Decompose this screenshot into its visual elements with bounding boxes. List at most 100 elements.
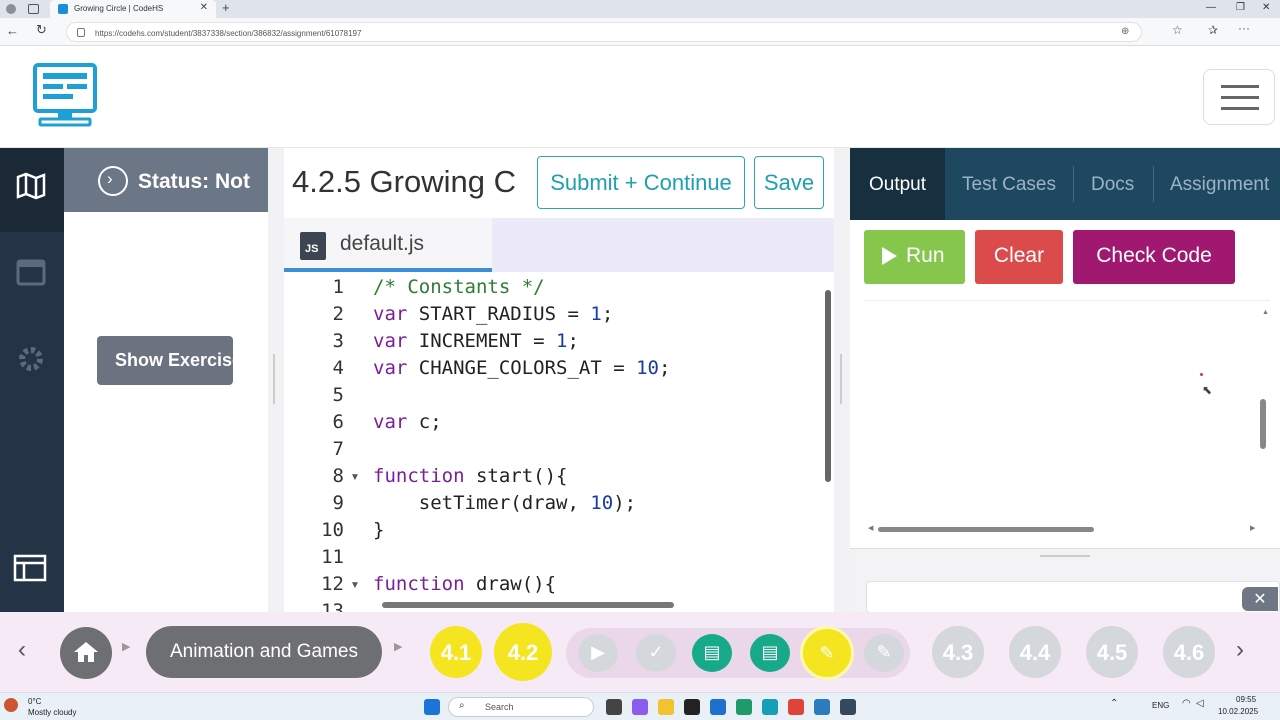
home-button[interactable]: [60, 627, 112, 679]
editor-titlebar: 4.2.5 Growing C Submit + Continue Save: [284, 148, 834, 218]
chrome-icon[interactable]: [788, 699, 804, 715]
close-window-icon[interactable]: ✕: [1262, 2, 1270, 13]
tab-assignment[interactable]: Assignment: [1170, 148, 1269, 220]
video-icon[interactable]: ▶: [578, 634, 618, 672]
drag-handle[interactable]: [840, 354, 842, 404]
lesson-bar: ‹ ▶ Animation and Games ▶ 4.1 4.2 ▶ ✓ ▤ …: [0, 612, 1280, 692]
new-tab-icon[interactable]: +: [222, 0, 230, 15]
check-code-button[interactable]: Check Code: [1073, 230, 1235, 284]
url-field[interactable]: https://codehs.com/student/3837338/secti…: [66, 22, 1142, 42]
scroll-right-icon[interactable]: ▶: [1250, 524, 1255, 532]
code-line: setTimer(draw, 10);: [373, 492, 637, 514]
file-tab[interactable]: JS default.js: [284, 218, 492, 272]
clear-button[interactable]: Clear: [975, 230, 1063, 284]
close-console-icon[interactable]: ✕: [1242, 587, 1278, 611]
fold-arrow-icon[interactable]: ▼: [350, 472, 360, 483]
line-number: 5: [332, 384, 344, 406]
topic-button[interactable]: Animation and Games: [146, 626, 382, 678]
reload-icon[interactable]: ↻: [36, 22, 47, 38]
check-icon[interactable]: ✓: [636, 634, 676, 672]
taskbar-search[interactable]: ⌕ Search: [448, 697, 594, 717]
gear-icon[interactable]: [16, 344, 46, 374]
doc-icon[interactable]: ▤: [750, 634, 790, 672]
favorite-icon[interactable]: ☆: [1172, 23, 1183, 37]
codehs-logo-icon[interactable]: [32, 62, 98, 128]
doc-icon[interactable]: ▤: [692, 634, 732, 672]
run-button[interactable]: Run: [864, 230, 965, 284]
save-button[interactable]: Save: [754, 156, 824, 209]
growing-circle-dot: [1200, 373, 1203, 376]
code-line: function start(){: [373, 465, 568, 487]
app-icon[interactable]: [736, 699, 752, 715]
pencil-icon[interactable]: ✎: [864, 634, 904, 672]
copilot-icon[interactable]: [632, 699, 648, 715]
editor-vertical-scrollbar[interactable]: [825, 290, 831, 482]
app-icon[interactable]: [814, 699, 830, 715]
language-indicator[interactable]: ENG: [1152, 701, 1169, 710]
zoom-icon[interactable]: ⊕: [1121, 26, 1129, 37]
browser-tab[interactable]: Growing Circle | CodeHS ✕: [50, 0, 216, 18]
lesson-4-4[interactable]: 4.4: [1009, 626, 1061, 678]
panel-divider[interactable]: [834, 148, 850, 612]
tab-test-cases[interactable]: Test Cases: [962, 148, 1056, 220]
pencil-icon[interactable]: ✎: [800, 626, 854, 680]
console-box[interactable]: [866, 581, 1280, 613]
console-resize-handle[interactable]: [1040, 555, 1090, 557]
lesson-4-1[interactable]: 4.1: [430, 626, 482, 678]
edge-icon[interactable]: [762, 699, 778, 715]
tray-chevron-icon[interactable]: ⌃: [1110, 698, 1118, 709]
output-vertical-scrollbar[interactable]: [1260, 399, 1266, 449]
calendar-icon[interactable]: [16, 256, 46, 286]
lesson-4-3[interactable]: 4.3: [932, 626, 984, 678]
scroll-left-icon[interactable]: ◀: [868, 524, 873, 532]
status-panel: › Status: Not Show Exercise: [64, 148, 268, 612]
line-number: 12: [321, 573, 344, 595]
tab-output[interactable]: Output: [850, 148, 945, 220]
code-line: function draw(){: [373, 573, 557, 595]
fold-arrow-icon[interactable]: ▼: [350, 580, 360, 591]
tab-docs[interactable]: Docs: [1091, 148, 1134, 220]
lesson-4-6[interactable]: 4.6: [1163, 626, 1215, 678]
back-icon[interactable]: ←: [6, 23, 19, 38]
output-canvas[interactable]: ⬉ ▲ ◀ ▶: [864, 300, 1270, 540]
layout-icon[interactable]: [13, 554, 47, 582]
submit-continue-button[interactable]: Submit + Continue: [537, 156, 745, 209]
output-horizontal-scrollbar[interactable]: [878, 527, 1094, 532]
chevron-left-icon[interactable]: ‹: [18, 636, 26, 664]
line-number: 2: [332, 303, 344, 325]
editor-horizontal-scrollbar[interactable]: [382, 602, 674, 608]
minimize-icon[interactable]: —: [1206, 2, 1216, 13]
tab-actions-icon[interactable]: [28, 4, 39, 14]
maximize-icon[interactable]: ❐: [1236, 2, 1245, 13]
drag-handle[interactable]: [273, 354, 275, 404]
profile-icon[interactable]: [6, 4, 16, 14]
map-icon[interactable]: [16, 172, 46, 200]
status-bar[interactable]: › Status: Not: [64, 148, 268, 212]
clock-time[interactable]: 09:55: [1236, 695, 1256, 704]
show-exercise-button[interactable]: Show Exercise: [97, 336, 233, 385]
favorites-bar-icon[interactable]: ✰: [1208, 23, 1218, 37]
wifi-icon[interactable]: ◠: [1182, 698, 1191, 709]
line-number: 11: [321, 546, 344, 568]
app-icon[interactable]: [840, 699, 856, 715]
scroll-up-icon[interactable]: ▲: [1262, 309, 1269, 316]
panel-divider[interactable]: [268, 148, 284, 612]
more-icon[interactable]: ···: [1238, 21, 1250, 35]
mail-icon[interactable]: [710, 699, 726, 715]
search-placeholder: Search: [485, 702, 514, 712]
file-tabs: JS default.js: [284, 218, 834, 272]
volume-icon[interactable]: ◁: [1196, 698, 1204, 709]
code-editor[interactable]: 1 2 3 4 5 6 7 8 9 10 11 12 13 ▼ ▼ /* Con…: [284, 272, 834, 612]
lesson-4-2[interactable]: 4.2: [494, 623, 552, 681]
task-view-icon[interactable]: [606, 699, 622, 715]
clock-date[interactable]: 10.02.2025: [1218, 707, 1258, 716]
file-explorer-icon[interactable]: [658, 699, 674, 715]
windows-start-icon[interactable]: [424, 699, 440, 715]
lesson-4-5[interactable]: 4.5: [1086, 626, 1138, 678]
close-tab-icon[interactable]: ✕: [200, 2, 208, 13]
page-title: 4.2.5 Growing C: [292, 164, 516, 199]
menu-button[interactable]: [1203, 69, 1275, 125]
chevron-right-icon[interactable]: ›: [1236, 636, 1244, 664]
app-icon[interactable]: [684, 699, 700, 715]
weather-icon[interactable]: [4, 698, 18, 712]
